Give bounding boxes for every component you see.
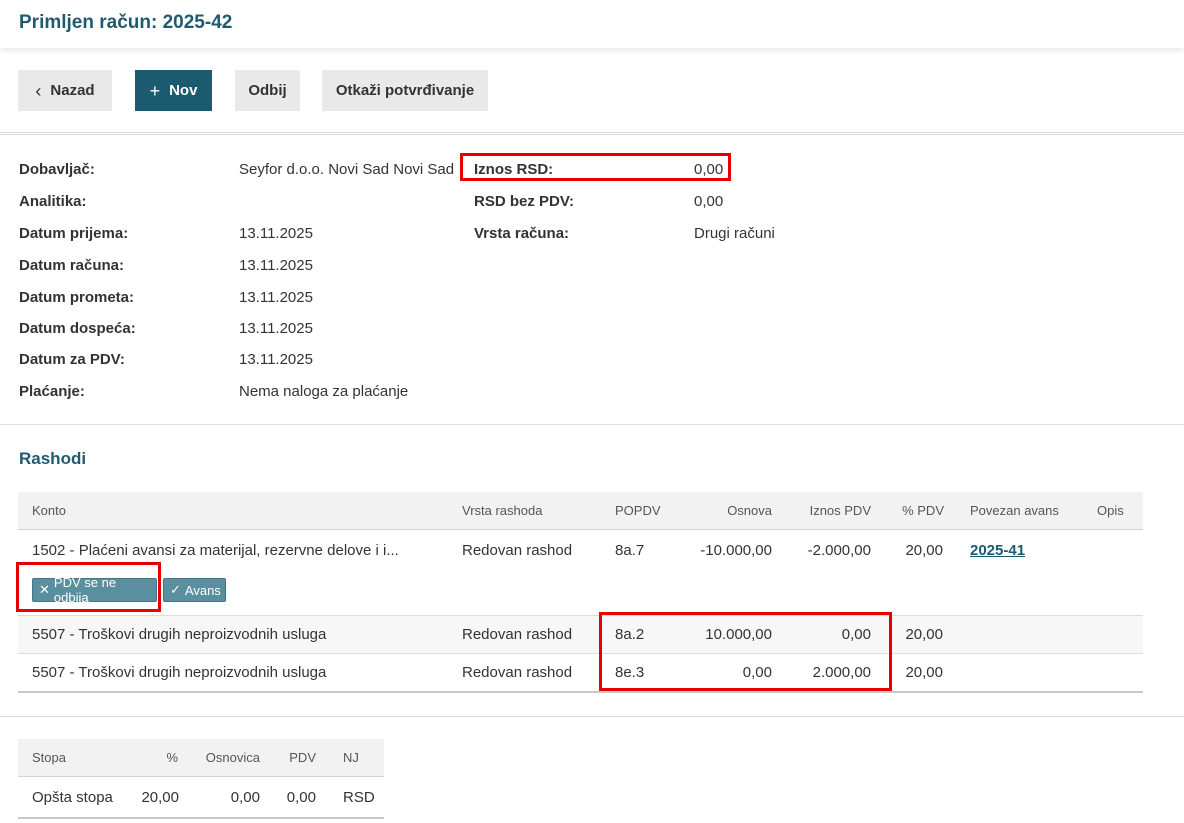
invoice-type-value: Drugi računi (694, 225, 775, 242)
tax-summary-header: Stopa % Osnovica PDV NJ (18, 739, 384, 777)
plus-icon: + (149, 80, 161, 101)
due-date-value: 13.11.2025 (239, 320, 313, 337)
payment-value: Nema naloga za plaćanje (239, 383, 409, 400)
toolbar-divider (0, 132, 1184, 135)
row-konto: 5507 - Troškovi drugih neproizvodnih usl… (32, 626, 327, 643)
row-expense-type: Redovan rashod (462, 542, 573, 559)
table-bottom-border (18, 691, 1143, 693)
analytics-label: Analitika: (19, 193, 87, 210)
turnover-date-value: 13.11.2025 (239, 289, 313, 306)
row-expense-type: Redovan rashod (462, 626, 573, 643)
title-bar: Primljen račun: 2025-42 (0, 0, 1184, 48)
chevron-left-icon: ‹ (35, 80, 42, 101)
receipt-date-value: 13.11.2025 (239, 225, 313, 242)
col-vat-percent[interactable]: % PDV (902, 503, 944, 518)
row-vat-percent: 20,00 (905, 664, 943, 681)
tax-base-amount: 0,00 (230, 789, 260, 806)
col-rate: Stopa (32, 750, 66, 765)
row-divider (18, 653, 1143, 654)
col-vat-amount[interactable]: Iznos PDV (810, 503, 871, 518)
col-vat: PDV (289, 750, 316, 765)
supplier-label: Dobavljač: (19, 161, 95, 178)
row-vat-percent: 20,00 (905, 626, 943, 643)
col-description[interactable]: Opis (1097, 503, 1124, 518)
back-button-label: Nazad (50, 82, 95, 99)
cancel-confirmation-button[interactable]: Otkaži potvrđivanje (322, 70, 488, 111)
tax-rate-percent: 20,00 (141, 789, 179, 806)
vat-date-value: 13.11.2025 (239, 351, 313, 368)
expenses-title: Rashodi (19, 449, 87, 468)
page-title: Primljen račun: 2025-42 (19, 12, 233, 33)
col-base-amount: Osnovica (205, 750, 260, 765)
back-button[interactable]: ‹ Nazad (18, 70, 112, 111)
col-expense-type[interactable]: Vrsta rashoda (462, 503, 542, 518)
invoice-date-label: Datum računa: (19, 257, 125, 274)
row-konto: 1502 - Plaćeni avansi za materijal, reze… (32, 542, 399, 559)
amount-highlight-box (460, 153, 731, 181)
reject-button[interactable]: Odbij (235, 70, 300, 111)
check-icon: ✓ (170, 582, 181, 597)
tax-currency: RSD (343, 789, 375, 806)
popdv-highlight-box (599, 612, 892, 691)
due-date-label: Datum dospeća: (19, 320, 136, 337)
details-divider (0, 424, 1184, 425)
row-vat-amount: -2.000,00 (807, 542, 871, 559)
advance-tag[interactable]: ✓ Avans (163, 578, 226, 602)
row-vat-percent: 20,00 (905, 542, 943, 559)
expenses-divider (0, 716, 1184, 717)
linked-advance-link[interactable]: 2025-41 (970, 542, 1025, 559)
net-amount-label: RSD bez PDV: (474, 193, 575, 210)
invoice-type-label: Vrsta računa: (474, 225, 570, 242)
tax-vat-amount: 0,00 (286, 789, 316, 806)
tags-highlight-box (16, 562, 161, 612)
new-button[interactable]: + Nov (135, 70, 212, 111)
row-konto: 5507 - Troškovi drugih neproizvodnih usl… (32, 664, 327, 681)
col-base[interactable]: Osnova (727, 503, 772, 518)
turnover-date-label: Datum prometa: (19, 289, 135, 306)
col-konto[interactable]: Konto (32, 503, 66, 518)
advance-tag-label: Avans (184, 582, 221, 598)
invoice-date-value: 13.11.2025 (239, 257, 313, 274)
col-percent: % (166, 750, 178, 765)
expenses-table-header: Konto Vrsta rashoda POPDV Osnova Iznos P… (18, 492, 1143, 530)
net-amount-value: 0,00 (694, 193, 724, 210)
tax-table-bottom-border (18, 817, 384, 819)
vat-date-label: Datum za PDV: (19, 351, 125, 368)
new-button-label: Nov (169, 82, 198, 99)
col-popdv[interactable]: POPDV (615, 503, 661, 518)
row-base: -10.000,00 (700, 542, 772, 559)
col-currency: NJ (343, 750, 359, 765)
supplier-value: Seyfor d.o.o. Novi Sad Novi Sad (239, 161, 455, 178)
row-popdv: 8a.7 (615, 542, 645, 559)
payment-label: Plaćanje: (19, 383, 85, 400)
row-expense-type: Redovan rashod (462, 664, 573, 681)
receipt-date-label: Datum prijema: (19, 225, 129, 242)
cancel-confirmation-label: Otkaži potvrđivanje (335, 82, 475, 99)
col-linked-advance[interactable]: Povezan avans (970, 503, 1059, 518)
reject-button-label: Odbij (248, 82, 287, 99)
tax-rate-name: Opšta stopa (32, 789, 113, 806)
